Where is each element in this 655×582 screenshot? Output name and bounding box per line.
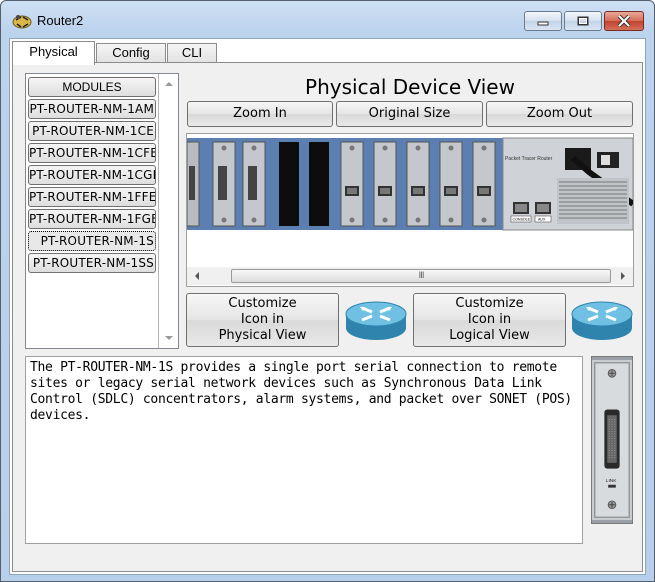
module-item-nm-1cge[interactable]: PT-ROUTER-NM-1CGE [28, 165, 156, 185]
button-line: Customize [228, 296, 297, 311]
scroll-up-arrow-icon[interactable] [163, 78, 175, 90]
tab-cli[interactable]: CLI [167, 43, 217, 63]
button-line: Icon in [240, 312, 285, 327]
tab-physical[interactable]: Physical [12, 41, 95, 65]
router-icon [571, 301, 633, 340]
router-app-icon [12, 15, 32, 29]
module-item-nm-1ss[interactable]: PT-ROUTER-NM-1SS [28, 253, 156, 273]
horizontal-scroll-thumb[interactable]: III [231, 269, 611, 283]
minimize-icon [537, 21, 549, 26]
scroll-left-arrow-icon[interactable] [191, 270, 203, 282]
module-item-nm-1s[interactable]: PT-ROUTER-NM-1S [28, 231, 156, 251]
router-window: Router2 Physical Config CLI MODULES PT-R… [0, 0, 655, 582]
modules-list[interactable]: MODULES PT-ROUTER-NM-1AM PT-ROUTER-NM-1C… [25, 73, 179, 349]
device-view-canvas[interactable]: Packet Tracer Router CONSOLE AUX III [186, 133, 634, 287]
module-slot-2[interactable] [212, 141, 236, 227]
module-item-nm-1ffe[interactable]: PT-ROUTER-NM-1FFE [28, 187, 156, 207]
customize-icon-logical-view-button[interactable]: Customize Icon in Logical View [413, 293, 566, 347]
modules-header-button[interactable]: MODULES [28, 77, 156, 97]
router-chassis-image[interactable]: Packet Tracer Router CONSOLE AUX [187, 134, 633, 267]
tab-config[interactable]: Config [96, 43, 166, 63]
close-button[interactable] [604, 11, 644, 31]
module-description: The PT-ROUTER-NM-1S provides a single po… [25, 356, 583, 544]
module-item-nm-1fge[interactable]: PT-ROUTER-NM-1FGE [28, 209, 156, 229]
module-slot-10[interactable] [472, 141, 496, 227]
original-size-button[interactable]: Original Size [336, 101, 483, 127]
maximize-button[interactable] [564, 11, 602, 31]
scroll-right-arrow-icon[interactable] [617, 270, 629, 282]
device-label: Packet Tracer Router [505, 156, 553, 162]
module-preview-image: LINK [591, 356, 633, 524]
module-slot-3[interactable] [242, 141, 266, 227]
customize-icon-physical-view-button[interactable]: Customize Icon in Physical View [186, 293, 339, 347]
empty-slot-4[interactable] [279, 142, 299, 226]
module-item-nm-1am[interactable]: PT-ROUTER-NM-1AM [28, 99, 156, 119]
maximize-icon [577, 16, 589, 26]
empty-slot-5[interactable] [309, 142, 329, 226]
module-slot-7[interactable] [373, 141, 397, 227]
link-label: LINK [606, 478, 617, 484]
aux-port-label: AUX [538, 218, 546, 222]
module-slot-9[interactable] [439, 141, 463, 227]
title-bar[interactable]: Router2 [1, 1, 654, 39]
module-item-nm-1cfe[interactable]: PT-ROUTER-NM-1CFE [28, 143, 156, 163]
button-line: Logical View [449, 328, 530, 343]
router-icon [345, 301, 407, 340]
zoom-out-button[interactable]: Zoom Out [486, 101, 633, 127]
module-slot-8[interactable] [406, 141, 430, 227]
aux-port[interactable]: AUX [534, 202, 552, 223]
button-line: Icon in [467, 312, 512, 327]
scroll-down-arrow-icon[interactable] [163, 332, 175, 344]
modules-list-content: MODULES PT-ROUTER-NM-1AM PT-ROUTER-NM-1C… [26, 74, 159, 348]
module-item-nm-1ce[interactable]: PT-ROUTER-NM-1CE [28, 121, 156, 141]
console-port[interactable]: CONSOLE [510, 202, 532, 223]
device-view-horizontal-scrollbar[interactable]: III [187, 267, 633, 285]
button-line: Customize [455, 296, 524, 311]
close-icon [617, 15, 631, 27]
module-slot-1[interactable] [187, 141, 200, 227]
client-area: Physical Config CLI MODULES PT-ROUTER-NM… [9, 38, 646, 575]
scroll-grip: III [418, 271, 425, 281]
window-title: Router2 [37, 13, 84, 28]
physical-device-view-title: Physical Device View [305, 75, 515, 99]
console-port-label: CONSOLE [513, 218, 531, 222]
modules-vertical-scrollbar[interactable] [160, 74, 178, 348]
vent-grille [557, 178, 629, 224]
zoom-in-button[interactable]: Zoom In [187, 101, 333, 127]
physical-tab-panel: MODULES PT-ROUTER-NM-1AM PT-ROUTER-NM-1C… [12, 62, 643, 572]
module-slot-6[interactable] [340, 141, 364, 227]
minimize-button[interactable] [524, 11, 562, 31]
power-switch[interactable] [597, 152, 619, 168]
button-line: Physical View [218, 328, 307, 343]
